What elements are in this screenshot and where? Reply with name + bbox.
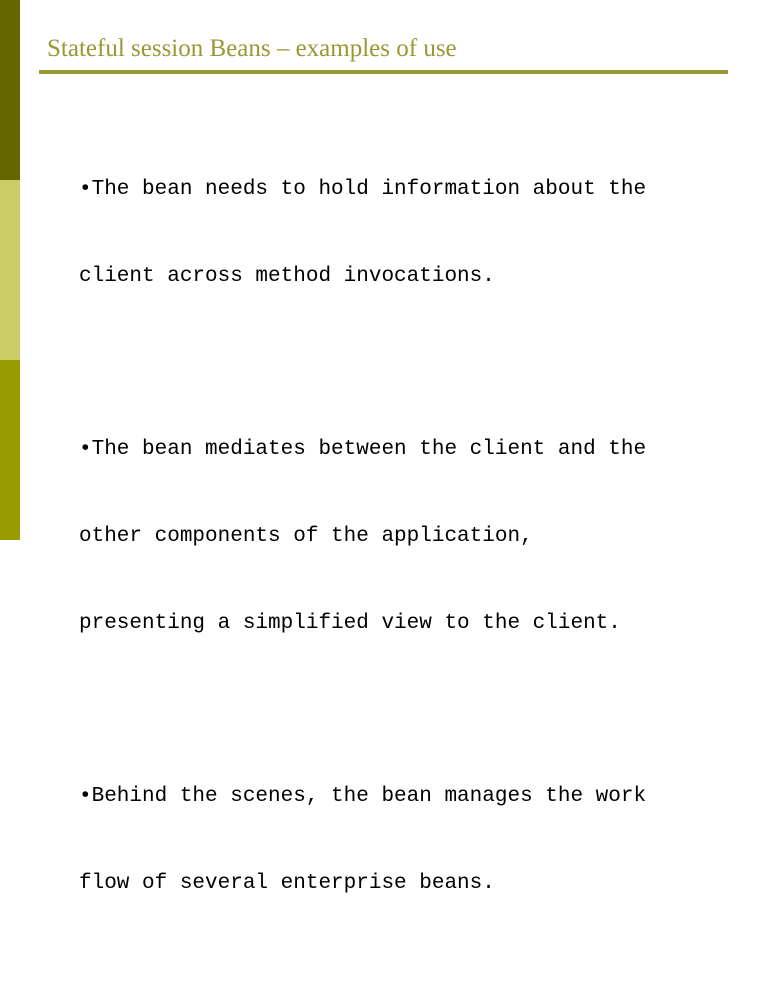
- bullet-line: •The bean needs to hold information abou…: [79, 178, 647, 201]
- sidebar-segment-bottom: [0, 360, 20, 540]
- bullet-line: flow of several enterprise beans.: [79, 872, 495, 895]
- bullet-line: presenting a simplified view to the clie…: [79, 612, 621, 635]
- bullet-item: •The bean mediates between the client an…: [79, 377, 759, 696]
- bullet-line: other components of the application,: [79, 525, 533, 548]
- title-underline: [39, 70, 728, 74]
- sidebar-segment-middle: [0, 180, 20, 360]
- bullet-item: •Behind the scenes, the bean manages the…: [79, 724, 759, 956]
- bullet-list: •The bean needs to hold information abou…: [79, 117, 759, 984]
- bullet-item: •The bean needs to hold information abou…: [79, 117, 759, 349]
- sidebar-segment-top: [0, 0, 20, 180]
- bullet-line: •The bean mediates between the client an…: [79, 438, 647, 461]
- slide-title: Stateful session Beans – examples of use: [47, 35, 457, 62]
- bullet-line: •Behind the scenes, the bean manages the…: [79, 785, 647, 808]
- bullet-line: client across method invocations.: [79, 265, 495, 288]
- decorative-sidebar: [0, 0, 20, 540]
